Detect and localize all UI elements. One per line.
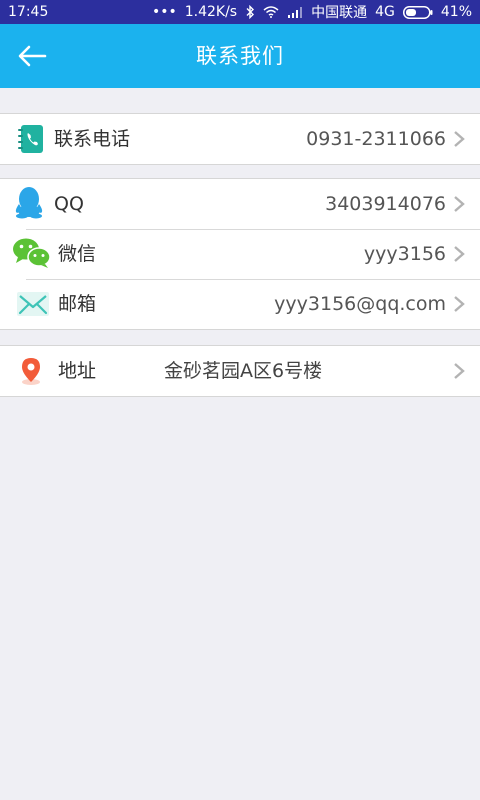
chevron-right-icon: [454, 363, 465, 379]
battery-level: 41%: [440, 4, 472, 20]
chevron-right-icon: [454, 296, 465, 312]
qq-label: QQ: [54, 193, 84, 215]
phone-label: 联系电话: [54, 128, 131, 150]
address-value: 金砂茗园A区6号楼: [164, 360, 323, 382]
phone-book-icon: [14, 123, 48, 155]
wechat-icon: [12, 237, 52, 269]
battery-icon: [402, 5, 433, 19]
qq-icon: [12, 186, 46, 219]
email-value: yyy3156@qq.com: [274, 293, 446, 315]
bluetooth-icon: [245, 5, 255, 19]
address-group: 地址 金砂茗园A区6号楼: [0, 345, 480, 397]
mail-icon: [16, 290, 50, 318]
signal-icon: [287, 6, 303, 18]
phone-value: 0931-2311066: [306, 128, 446, 150]
phone-group: 联系电话 0931-2311066: [0, 113, 480, 165]
page-title: 联系我们: [196, 44, 284, 68]
address-label: 地址: [58, 360, 97, 382]
chevron-right-icon: [454, 196, 465, 212]
qq-value: 3403914076: [325, 193, 446, 215]
status-bar: 17:45 ••• 1.42K/s 中国联通 4G 41%: [0, 0, 480, 24]
email-label: 邮箱: [58, 293, 97, 315]
app-bar: 联系我们: [0, 24, 480, 88]
status-left: 17:45: [8, 4, 48, 20]
carrier-name: 中国联通: [311, 5, 368, 21]
chevron-right-icon: [454, 246, 465, 262]
wechat-label: 微信: [58, 243, 97, 265]
row-phone[interactable]: 联系电话 0931-2311066: [0, 114, 480, 164]
wifi-icon: [263, 6, 279, 18]
network-speed: 1.42K/s: [184, 4, 238, 20]
chevron-right-icon: [454, 131, 465, 147]
row-qq[interactable]: QQ 3403914076: [0, 179, 480, 229]
wechat-value: yyy3156: [363, 243, 446, 265]
network-type: 4G: [375, 4, 395, 20]
status-time: 17:45: [8, 4, 49, 20]
row-wechat[interactable]: 微信 yyy3156: [0, 229, 480, 279]
location-pin-icon: [16, 356, 46, 386]
row-address[interactable]: 地址 金砂茗园A区6号楼: [0, 346, 480, 396]
social-group: QQ 3403914076 微信 yyy3156 邮箱 yyy3156@qq.c…: [0, 178, 480, 330]
status-dots: •••: [151, 4, 177, 20]
row-email[interactable]: 邮箱 yyy3156@qq.com: [0, 279, 480, 329]
status-right: ••• 1.42K/s 中国联通 4G 41%: [152, 2, 472, 22]
